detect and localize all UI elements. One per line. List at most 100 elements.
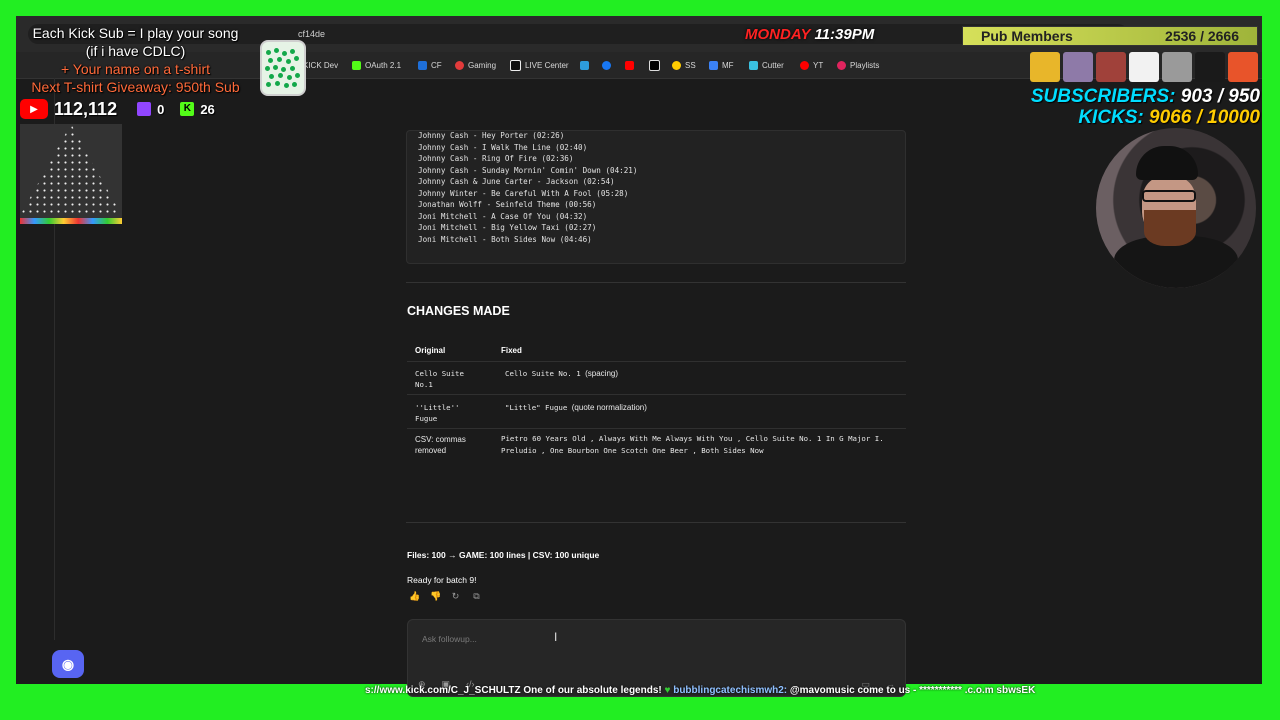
youtube-icon [625, 60, 634, 70]
bookmark-label: MF [722, 60, 734, 70]
fixed-code: "Little" Fugue [505, 403, 568, 412]
ticker-message: @mavomusic come to us - *********** .c.o… [789, 685, 1036, 696]
kicks-goal: KICKS: 9066 / 10000 [1078, 107, 1260, 129]
tshirt-line: + Your name on a t-shirt [60, 61, 211, 77]
bookmark-label: Cutter [762, 60, 784, 70]
mf-icon [709, 60, 718, 70]
code-line: Joni Mitchell - A Case Of You (04:32) [418, 211, 588, 221]
bookmark-label: CF [431, 60, 442, 70]
bookmark-gaming[interactable]: Gaming [455, 52, 496, 78]
text-cursor-icon: I [554, 630, 558, 644]
ss-icon [672, 60, 681, 70]
subscribers-label: SUBSCRIBERS: [1030, 86, 1176, 107]
stream-clock: MONDAY 11:39PM [745, 26, 874, 43]
plinko-pegs [20, 124, 122, 216]
bookmark-cf[interactable]: CF [418, 52, 442, 78]
pub-members-count: 2536 / 2666 [1165, 28, 1239, 44]
tshirt-image [1030, 52, 1060, 82]
playlist-icon [837, 60, 846, 70]
code-block: Johnny Cash - Hey Porter (02:26) Johnny … [406, 130, 906, 264]
code-line: Johnny Cash - I Walk The Line (02:40) [418, 142, 588, 152]
bookmark-mf[interactable]: MF [709, 52, 734, 78]
code-line: Joni Mitchell - Big Yellow Taxi (02:27) [418, 223, 597, 232]
regenerate-icon[interactable]: ↻ [451, 592, 460, 601]
tip-jar-image [260, 40, 306, 96]
youtube-count: 112,112 [54, 98, 118, 119]
column-header-fixed: Fixed [501, 346, 522, 355]
bookmark-live-center[interactable]: LIVE Center [510, 52, 569, 78]
copy-icon[interactable]: ⧉ [472, 592, 481, 601]
code-line: Johnny Cash - Sunday Mornin' Comin' Down… [418, 165, 638, 175]
column-header-original: Original [415, 346, 446, 355]
tiktok-icon [510, 59, 521, 71]
bookmark-label: SS [685, 60, 696, 70]
bookmark-label: KICK Dev [303, 60, 339, 70]
table-row: Cello Suite No.1 Cello Suite No. 1 (spac… [407, 361, 906, 395]
tshirt-image [1162, 52, 1192, 82]
bookmark-label: YT [813, 60, 824, 70]
bookmark-playlists[interactable]: Playlists [837, 52, 879, 78]
chat-ticker: s://www.kick.com/C_J_SCHULTZ One of our … [365, 685, 1035, 696]
kicks-label: KICKS: [1078, 107, 1144, 128]
section-heading: CHANGES MADE [407, 304, 510, 318]
webcam-hat [1136, 146, 1198, 180]
webcam-beard [1144, 210, 1196, 246]
kicks-value: 9066 / 10000 [1149, 107, 1260, 128]
kick-icon [352, 60, 361, 70]
cell-original: CSV: commas removed [415, 435, 466, 455]
subscribers-goal: SUBSCRIBERS: 903 / 950 [1031, 86, 1260, 108]
bookmark-yt[interactable]: YT [800, 52, 823, 78]
code-line: Johnny Winter - Be Careful With A Fool (… [418, 188, 629, 198]
cell-original: Cello Suite No.1 [415, 369, 464, 389]
thumbs-up-icon[interactable]: 👍 [409, 592, 420, 601]
divider [406, 522, 906, 523]
discord-icon: ◉ [52, 650, 84, 678]
url-text: cf14de [298, 29, 326, 39]
webcam-glasses [1142, 190, 1196, 202]
follower-counts: ▶ 112,112 0 K 26 [20, 96, 215, 122]
followup-input[interactable] [420, 630, 724, 648]
ticker-message: s://www.kick.com/C_J_SCHULTZ One of our … [365, 685, 662, 696]
bookmark-cutter[interactable]: Cutter [749, 52, 784, 78]
webcam-feed [1096, 128, 1256, 288]
tshirt-image [1228, 52, 1258, 82]
files-summary: Files: 100 → GAME: 100 lines | CSV: 100 … [407, 550, 600, 560]
kick-sub-line: Each Kick Sub = I play your song [32, 25, 239, 41]
bookmark-label: OAuth 2.1 [365, 60, 402, 70]
message-actions: 👍 👎 ↻ ⧉ [409, 592, 481, 601]
cell-fixed: Cello Suite No. 1 (spacing) [505, 368, 905, 380]
fixed-note: (spacing) [585, 369, 619, 378]
pub-members-bar: Pub Members 2536 / 2666 [962, 26, 1258, 46]
youtube-icon: ▶ [20, 99, 48, 119]
fixed-code: Pietro 60 Years Old , Always With Me Alw… [501, 434, 884, 455]
subscribers-value: 903 / 950 [1180, 86, 1260, 107]
giveaway-line: Next T-shirt Giveaway: 950th Sub [31, 79, 240, 95]
twitch-count: 0 [157, 101, 165, 117]
bookmark-youtube[interactable] [625, 52, 634, 78]
cf-icon [418, 60, 427, 70]
pub-members-label: Pub Members [981, 28, 1073, 44]
kick-sub-banner: Each Kick Sub = I play your song (if i h… [18, 24, 253, 96]
ready-message: Ready for batch 9! [407, 575, 477, 585]
kick-icon: K [180, 102, 195, 116]
gaming-icon [455, 60, 464, 70]
cdlc-line: (if i have CDLC) [85, 43, 186, 59]
kick-count: 26 [200, 101, 215, 117]
cell-fixed: Pietro 60 Years Old , Always With Me Alw… [501, 433, 896, 457]
bookmark-x[interactable] [649, 52, 660, 78]
code-line: Johnny Cash & June Carter - Jackson (02:… [418, 177, 615, 186]
cell-fixed: "Little" Fugue (quote normalization) [505, 402, 905, 414]
ticker-username: bubblingcatechismwh2: [673, 685, 788, 696]
tshirt-image [1096, 52, 1126, 82]
thumbs-down-icon[interactable]: 👎 [430, 592, 441, 601]
bookmark-blue[interactable] [580, 52, 589, 78]
clock-day: MONDAY [745, 26, 811, 43]
app-icon [580, 60, 589, 70]
tshirt-image [1129, 52, 1159, 82]
chat-content: Johnny Cash - Hey Porter (02:26) Johnny … [16, 78, 1262, 697]
bookmark-ss[interactable]: SS [672, 52, 696, 78]
table-row: CSV: commas removed Pietro 60 Years Old … [407, 429, 906, 463]
bookmark-oauth[interactable]: OAuth 2.1 [352, 52, 401, 78]
bookmark-facebook[interactable] [602, 52, 611, 78]
heart-icon: ♥ [664, 685, 671, 696]
